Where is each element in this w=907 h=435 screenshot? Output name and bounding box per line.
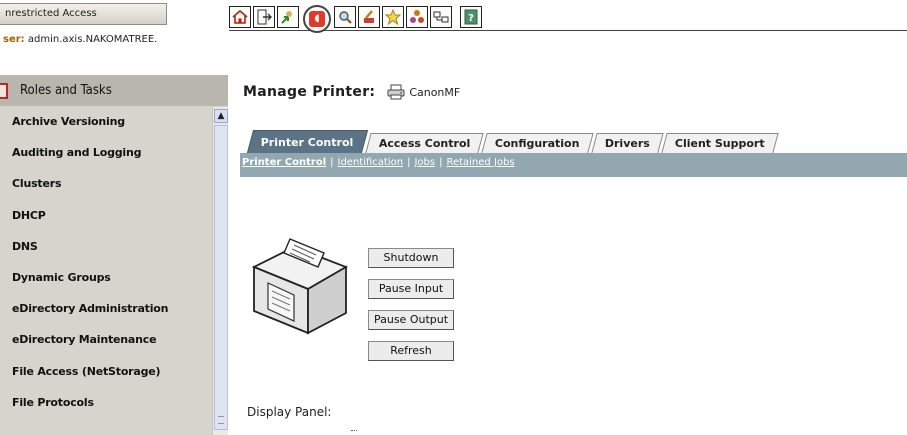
stop-icon-glyph: ◖: [309, 11, 325, 27]
printer-icon: [387, 84, 405, 100]
tab-drivers[interactable]: Drivers: [590, 133, 664, 153]
sidebar-item-dns[interactable]: DNS: [0, 231, 212, 262]
config-icon[interactable]: [430, 6, 452, 28]
tab-label: Drivers: [604, 137, 650, 150]
sidebar: Roles and Tasks Archive Versioning Audit…: [0, 75, 228, 435]
home-icon[interactable]: [229, 6, 251, 28]
sidebar-item-archive-versioning[interactable]: Archive Versioning: [0, 106, 212, 137]
subnav-printer-control[interactable]: Printer Control: [242, 157, 326, 168]
subnav-separator: |: [439, 157, 443, 168]
svg-text:?: ?: [468, 13, 474, 24]
tab-bar: Printer Control Access Control Configura…: [246, 129, 778, 153]
printer-name: CanonMF: [409, 85, 461, 99]
pencil-icon[interactable]: [358, 6, 380, 28]
tab-access-control[interactable]: Access Control: [364, 133, 484, 153]
sidebar-item-file-protocols[interactable]: File Protocols: [0, 387, 212, 418]
scroll-thumb[interactable]: [214, 125, 228, 430]
collapse-marker-icon: [0, 82, 8, 99]
tab-label: Printer Control: [260, 135, 354, 149]
roles-and-tasks-header[interactable]: Roles and Tasks: [0, 75, 228, 106]
subnav-separator: |: [330, 157, 334, 168]
scroll-grip-icon: [218, 416, 224, 424]
pause-output-button[interactable]: Pause Output: [368, 310, 454, 330]
tab-printer-control[interactable]: Printer Control: [246, 130, 368, 153]
sidebar-item-edirectory-administration[interactable]: eDirectory Administration: [0, 293, 212, 324]
subnav-jobs[interactable]: Jobs: [414, 157, 435, 168]
sidebar-item-edirectory-maintenance[interactable]: eDirectory Maintenance: [0, 324, 212, 355]
tab-configuration[interactable]: Configuration: [481, 133, 594, 153]
tab-client-support[interactable]: Client Support: [660, 133, 778, 153]
stop-icon[interactable]: ◖: [303, 5, 331, 33]
sidebar-item-clusters[interactable]: Clusters: [0, 168, 212, 199]
sidebar-title: Roles and Tasks: [20, 83, 112, 98]
scroll-up-arrow-icon[interactable]: ▲: [214, 109, 228, 123]
tab-label: Access Control: [378, 137, 470, 150]
sidebar-scrollbar[interactable]: ▲: [212, 107, 228, 435]
search-icon[interactable]: [334, 6, 356, 28]
shutdown-button[interactable]: Shutdown: [368, 248, 454, 268]
subnav-identification[interactable]: Identification: [338, 157, 404, 168]
favorite-icon[interactable]: [382, 6, 404, 28]
top-bar: nrestricted Access ser: admin.axis.NAKOM…: [0, 0, 907, 51]
refresh-icon[interactable]: [277, 6, 299, 28]
pause-input-button[interactable]: Pause Input: [368, 279, 454, 299]
user-name: admin.axis.NAKOMATREE.: [27, 34, 158, 45]
sidebar-item-auditing-and-logging[interactable]: Auditing and Logging: [0, 137, 212, 168]
user-line: ser: admin.axis.NAKOMATREE.: [3, 34, 157, 45]
sub-navigation-bar: Printer Control | Identification | Jobs | Reta…: [240, 153, 907, 177]
user-label: ser:: [3, 34, 25, 45]
page-title: Manage Printer:: [243, 84, 376, 100]
sub-navigation-links: Printer Control | Identification | Jobs | Reta…: [242, 157, 515, 168]
objects-icon[interactable]: [406, 6, 428, 28]
tab-label: Configuration: [494, 137, 580, 150]
sidebar-item-file-access[interactable]: File Access (NetStorage): [0, 356, 212, 387]
access-status-label: nrestricted Access: [0, 3, 167, 25]
exit-icon[interactable]: [253, 6, 275, 28]
display-panel-label: Display Panel:: [247, 405, 332, 419]
subnav-retained-jobs[interactable]: Retained Jobs: [446, 157, 514, 168]
sidebar-item-dynamic-groups[interactable]: Dynamic Groups: [0, 262, 212, 293]
display-panel-marker: [351, 430, 357, 433]
tab-label: Client Support: [674, 137, 765, 150]
toolbar-divider: [229, 30, 907, 31]
sidebar-item-dhcp[interactable]: DHCP: [0, 200, 212, 231]
page-header: Manage Printer: CanonMF: [243, 84, 460, 100]
refresh-button[interactable]: Refresh: [368, 341, 454, 361]
printer-illustration-icon: [246, 237, 354, 336]
help-icon[interactable]: ?: [460, 6, 482, 28]
subnav-separator: |: [407, 157, 411, 168]
sidebar-task-list: Archive Versioning Auditing and Logging …: [0, 106, 212, 418]
